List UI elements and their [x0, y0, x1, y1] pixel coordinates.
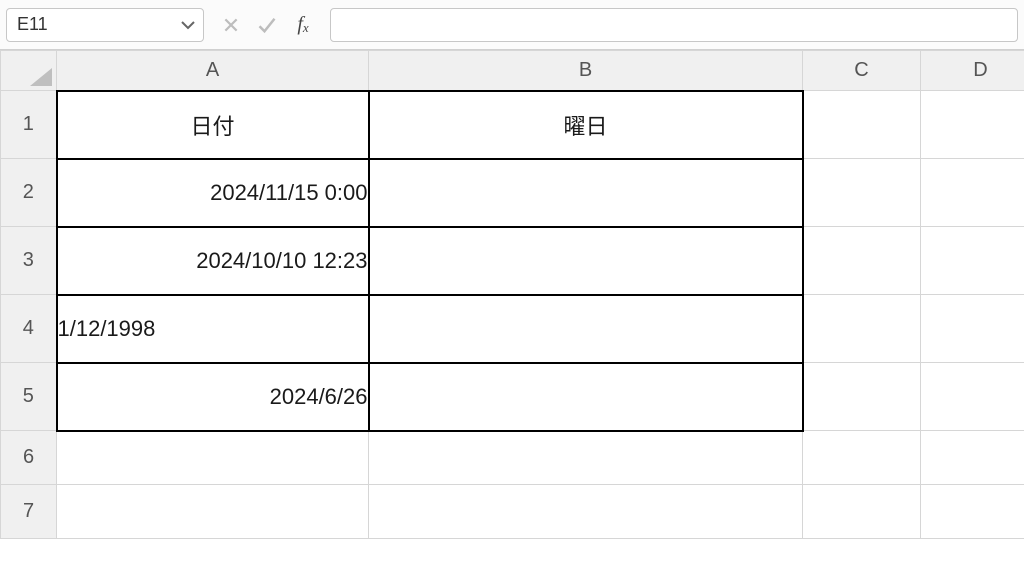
enter-icon — [256, 14, 278, 36]
cancel-icon — [220, 14, 242, 36]
cell-B1[interactable]: 曜日 — [369, 91, 803, 159]
row-header-2[interactable]: 2 — [1, 159, 57, 227]
cell-B7[interactable] — [369, 485, 803, 539]
cell-D3[interactable] — [921, 227, 1024, 295]
cell-B6[interactable] — [369, 431, 803, 485]
col-header-B[interactable]: B — [369, 51, 803, 91]
cell-D6[interactable] — [921, 431, 1024, 485]
cell-A6[interactable] — [57, 431, 369, 485]
select-all-corner[interactable] — [1, 51, 57, 91]
cell-D1[interactable] — [921, 91, 1024, 159]
cell-B5[interactable] — [369, 363, 803, 431]
name-box[interactable]: E11 — [6, 8, 204, 42]
row-header-1[interactable]: 1 — [1, 91, 57, 159]
formula-bar-icons: fx — [214, 14, 320, 36]
cell-C2[interactable] — [803, 159, 921, 227]
cell-A5[interactable]: 2024/6/26 — [57, 363, 369, 431]
chevron-down-icon[interactable] — [179, 16, 197, 34]
row-header-6[interactable]: 6 — [1, 431, 57, 485]
col-header-C[interactable]: C — [803, 51, 921, 91]
cell-C1[interactable] — [803, 91, 921, 159]
cell-C7[interactable] — [803, 485, 921, 539]
row-header-3[interactable]: 3 — [1, 227, 57, 295]
cell-C6[interactable] — [803, 431, 921, 485]
cell-B2[interactable] — [369, 159, 803, 227]
cell-D4[interactable] — [921, 295, 1024, 363]
col-header-D[interactable]: D — [921, 51, 1024, 91]
cell-B3[interactable] — [369, 227, 803, 295]
cell-A7[interactable] — [57, 485, 369, 539]
cell-D2[interactable] — [921, 159, 1024, 227]
formula-input[interactable] — [330, 8, 1018, 42]
col-header-A[interactable]: A — [57, 51, 369, 91]
cell-A3[interactable]: 2024/10/10 12:23 — [57, 227, 369, 295]
cell-A1[interactable]: 日付 — [57, 91, 369, 159]
cell-C4[interactable] — [803, 295, 921, 363]
row-header-4[interactable]: 4 — [1, 295, 57, 363]
row-header-7[interactable]: 7 — [1, 485, 57, 539]
row-header-5[interactable]: 5 — [1, 363, 57, 431]
cell-D5[interactable] — [921, 363, 1024, 431]
spreadsheet-grid: A B C D 1 日付 曜日 2 2024/11/15 0:00 3 2024… — [0, 50, 1024, 539]
cell-C5[interactable] — [803, 363, 921, 431]
cell-D7[interactable] — [921, 485, 1024, 539]
cell-A2[interactable]: 2024/11/15 0:00 — [57, 159, 369, 227]
cell-A4[interactable]: 1/12/1998 — [57, 295, 369, 363]
cell-B4[interactable] — [369, 295, 803, 363]
sheet-area: A B C D 1 日付 曜日 2 2024/11/15 0:00 3 2024… — [0, 50, 1024, 539]
formula-bar: E11 fx — [0, 0, 1024, 50]
name-box-value: E11 — [17, 14, 48, 35]
fx-icon[interactable]: fx — [292, 14, 314, 36]
cell-C3[interactable] — [803, 227, 921, 295]
